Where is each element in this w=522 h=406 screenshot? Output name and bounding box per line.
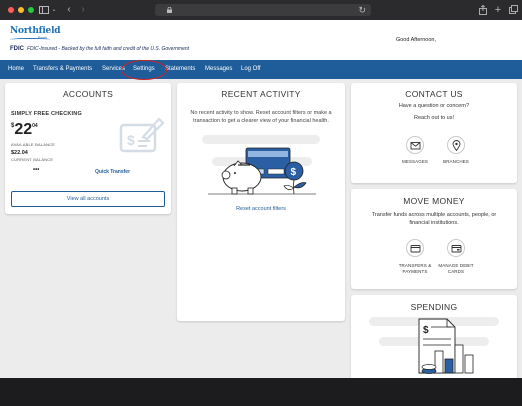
nav-statements[interactable]: Statements (165, 60, 195, 79)
browser-window: ⌄ ‹ › ↻ + Northfield Bank FDIC FDIC-Insur… (0, 0, 522, 378)
contact-us-title: CONTACT US (405, 89, 463, 99)
lock-icon (167, 4, 172, 17)
current-balance-amount: $22.04 (11, 150, 28, 156)
site-header: Northfield Bank FDIC FDIC-Insured - Backe… (0, 20, 522, 60)
tab-overview-icon[interactable] (508, 3, 518, 17)
logo-swoosh (10, 38, 50, 41)
move-money-description: Transfer funds across multiple accounts,… (371, 212, 497, 226)
svg-text:$: $ (423, 325, 429, 336)
reload-icon[interactable]: ↻ (358, 4, 366, 16)
currency-symbol: $ (11, 123, 15, 129)
bank-logo[interactable]: Northfield Bank (10, 26, 61, 40)
available-balance-label: AVAILABLE BALANCE (11, 142, 56, 147)
new-tab-icon[interactable]: + (493, 3, 503, 17)
back-arrow-icon[interactable]: ‹ (64, 3, 74, 17)
contact-us-card: CONTACT US Have a question or concern? R… (351, 83, 517, 183)
no-activity-message: No recent activity to show. Reset accoun… (190, 110, 332, 124)
fdic-text: FDIC-Insured - Backed by the full faith … (27, 46, 190, 52)
recent-activity-card: RECENT ACTIVITY No recent activity to sh… (177, 83, 345, 321)
envelope-icon (410, 142, 421, 150)
balance-dollars: 22 (14, 121, 33, 138)
close-window-button[interactable] (8, 7, 14, 13)
share-icon[interactable] (478, 3, 488, 17)
accounts-title: ACCOUNTS (62, 89, 114, 99)
greeting-text: Good Afternoon, (395, 37, 436, 43)
main-nav: Home Transfers & Payments Services Setti… (0, 60, 522, 79)
spending-illustration: $ (365, 315, 503, 378)
browser-toolbar: ⌄ ‹ › ↻ + (0, 0, 522, 20)
messages-button[interactable] (406, 136, 424, 154)
transfers-payments-button[interactable] (406, 239, 424, 257)
manage-debit-cards-label-line2: CARDS (447, 269, 465, 274)
move-money-card: MOVE MONEY Transfer funds across multipl… (351, 189, 517, 289)
zoom-window-button[interactable] (28, 7, 34, 13)
map-pin-icon (452, 140, 461, 151)
messages-label: MESSAGES (401, 159, 429, 164)
fdic-notice: FDIC FDIC-Insured - Backed by the full fa… (10, 46, 189, 52)
debit-card-icon (451, 245, 462, 253)
contact-question: Have a question or concern? (398, 103, 470, 109)
address-bar[interactable]: ↻ (155, 4, 371, 16)
nav-transfers-payments[interactable]: Transfers & Payments (33, 60, 92, 79)
fdic-logo: FDIC (10, 46, 24, 52)
move-money-title: MOVE MONEY (403, 196, 465, 206)
transfers-payments-label-line2: PAYMENTS (402, 269, 428, 274)
minimize-window-button[interactable] (18, 7, 24, 13)
nav-log-off[interactable]: Log Off (241, 60, 261, 79)
accounts-card: ACCOUNTS SIMPLY FREE CHECKING $2204 AVAI… (5, 83, 171, 214)
sidebar-toggle-icon[interactable] (38, 3, 50, 17)
branches-label: BRANCHES (443, 159, 469, 164)
spending-card: SPENDING $ (351, 295, 517, 378)
chevron-down-icon[interactable]: ⌄ (51, 3, 57, 17)
spending-title: SPENDING (410, 302, 458, 312)
nav-home[interactable]: Home (8, 60, 24, 79)
current-balance-label: CURRENT BALANCE (11, 157, 54, 162)
settings-highlight-annotation (121, 60, 167, 80)
reset-account-filters-link[interactable]: Reset account filters (177, 206, 345, 212)
balance-cents: 04 (32, 123, 38, 129)
check-document-icon: $ (119, 115, 165, 160)
quick-transfer-link[interactable]: Quick Transfer (95, 169, 130, 175)
svg-text:$: $ (127, 132, 135, 148)
manage-debit-cards-button[interactable] (447, 239, 465, 257)
brand-name: Northfield (10, 26, 61, 36)
forward-arrow-icon[interactable]: › (78, 3, 88, 17)
piggy-bank-illustration: $ (198, 133, 324, 202)
more-options-button[interactable]: ••• (33, 167, 39, 173)
contact-reach-out: Reach out to us! (413, 115, 455, 121)
available-balance-amount: $2204 (11, 121, 38, 139)
account-name[interactable]: SIMPLY FREE CHECKING (11, 111, 82, 117)
view-all-accounts-button[interactable]: View all accounts (11, 191, 165, 207)
nav-messages[interactable]: Messages (205, 60, 232, 79)
credit-card-icon (410, 245, 421, 253)
svg-text:$: $ (291, 167, 297, 178)
recent-activity-title: RECENT ACTIVITY (221, 89, 301, 99)
branches-button[interactable] (447, 136, 465, 154)
